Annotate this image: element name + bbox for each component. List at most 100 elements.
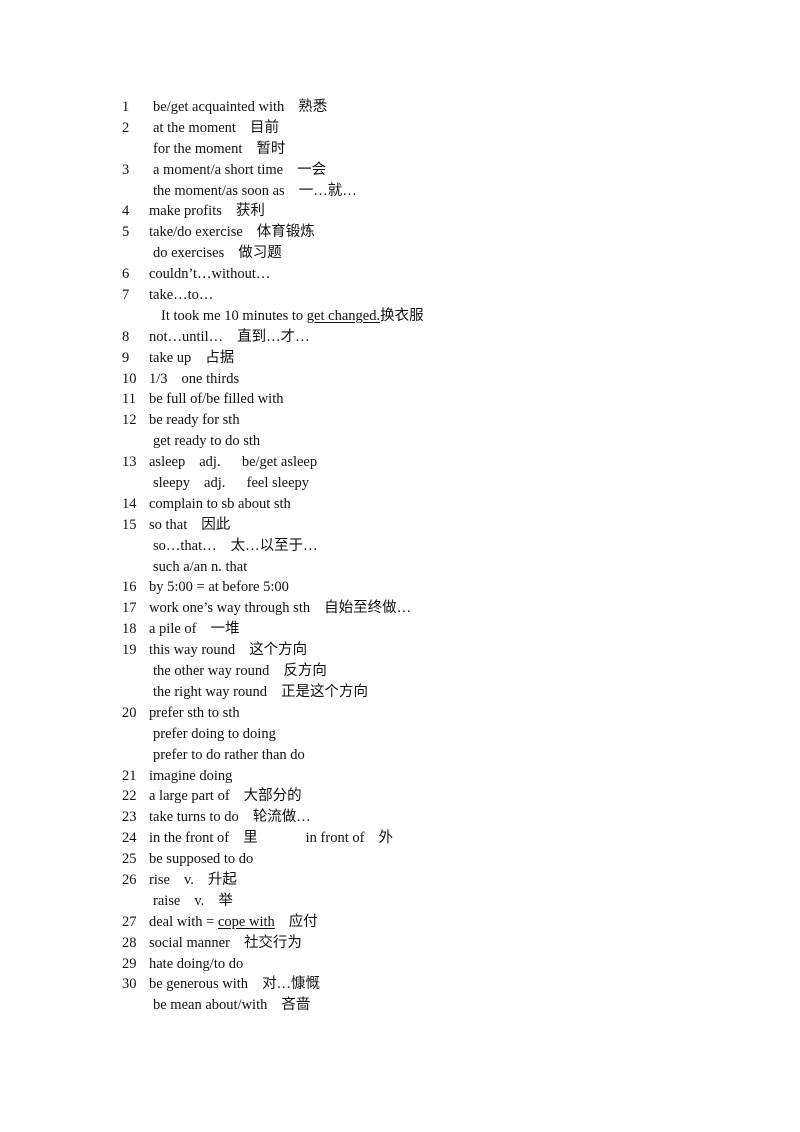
entry-continuation-line: It took me 10 minutes to get changed.换衣服: [0, 306, 800, 327]
entry-number: 1: [122, 99, 130, 115]
entry-line: 23 take turns to do 轮流做…: [0, 807, 800, 828]
entry-text: a pile of 一堆: [149, 619, 240, 640]
entry-line: 10 1/3 one thirds: [0, 369, 800, 390]
entry-number: 27: [122, 913, 137, 930]
entry-continuation-line: prefer doing to doing: [0, 724, 800, 745]
entry-number: 8: [122, 328, 130, 345]
entry-line: 9 take up 占据: [0, 348, 800, 369]
entry-line: 17 work one’s way through sth 自始至终做…: [0, 598, 800, 619]
entry-continuation-line: the right way round 正是这个方向: [0, 682, 800, 703]
entry-line: 15 so that 因此: [0, 515, 800, 536]
entry-line: 4 make profits 获利: [0, 201, 800, 222]
entry-text: be ready for sth: [149, 410, 240, 431]
phrase: the other way round: [153, 663, 270, 680]
phrase: 1/3: [149, 370, 168, 387]
entry-line: 29 hate doing/to do: [0, 954, 800, 975]
phrase: be supposed to do: [149, 851, 254, 868]
phrase: complain to sb about sth: [149, 495, 291, 512]
phrase: v.: [194, 892, 205, 909]
entry-continuation-line: for the moment 暂时: [0, 139, 800, 160]
entry-text: a moment/a short time 一会: [153, 160, 326, 181]
entry-text: so…that… 太…以至于…: [153, 536, 318, 557]
phrase: sleepy: [153, 475, 191, 492]
phrase: a large part of: [149, 788, 230, 805]
phrase: prefer to do rather than do: [153, 746, 305, 763]
entry-text: at the moment 目前: [153, 118, 279, 139]
phrase: prefer doing to doing: [153, 725, 276, 742]
phrase: 占据: [205, 349, 235, 366]
phrase: not…until…: [149, 328, 224, 345]
entry-continuation-line: so…that… 太…以至于…: [0, 536, 800, 557]
entry-line: 11 be full of/be filled with: [0, 389, 800, 410]
entry-number: 25: [122, 851, 137, 868]
entry-continuation-line: such a/an n. that: [0, 557, 800, 578]
entry-text: rise v. 升起: [149, 870, 237, 891]
phrase: by 5:00 = at before 5:00: [149, 579, 289, 596]
entry-line: 28 social manner 社交行为: [0, 933, 800, 954]
entry-line: 26 rise v. 升起: [0, 870, 800, 891]
phrase: 一…就…: [298, 182, 357, 199]
entry-text: so that 因此: [149, 515, 230, 536]
entry-number: 2: [122, 119, 130, 136]
entry-text: a large part of 大部分的: [149, 786, 302, 807]
phrase: 轮流做…: [252, 809, 311, 826]
phrase: this way round: [149, 642, 236, 659]
phrase: 体育锻炼: [256, 224, 315, 241]
entry-text: hate doing/to do: [149, 954, 243, 975]
entry-number: 10: [122, 370, 137, 387]
entry-text: be supposed to do: [149, 849, 253, 870]
phrase: adj.: [199, 454, 221, 471]
entry-line: 22 a large part of 大部分的: [0, 786, 800, 807]
phrase: 自始至终做…: [324, 600, 412, 617]
entry-text: prefer doing to doing: [153, 724, 276, 745]
phrase: so that: [149, 516, 188, 533]
phrase: 太…以至于…: [230, 537, 318, 554]
phrase: take up: [149, 349, 192, 366]
entry-number: 20: [122, 704, 137, 721]
entry-text: such a/an n. that: [153, 557, 247, 578]
entry-continuation-line: the other way round 反方向: [0, 661, 800, 682]
entry-text: take up 占据: [149, 348, 234, 369]
phrase: be generous with: [149, 976, 249, 993]
entry-line: 14 complain to sb about sth: [0, 494, 800, 515]
entry-text: complain to sb about sth: [149, 494, 291, 515]
phrase: 里: [243, 830, 258, 847]
entry-number: 26: [122, 871, 137, 888]
phrase: 目前: [249, 119, 279, 136]
entry-text: social manner 社交行为: [149, 933, 302, 954]
entry-number: 7: [122, 287, 130, 304]
entry-text: 1/3 one thirds: [149, 369, 239, 390]
entry-continuation-line: sleepy adj. feel sleepy: [0, 473, 800, 494]
entry-number: 21: [122, 767, 137, 784]
entry-number: 13: [122, 454, 137, 471]
entry-text: work one’s way through sth 自始至终做…: [149, 598, 411, 619]
entry-text: take/do exercise 体育锻炼: [149, 222, 315, 243]
phrase: deal with =: [149, 913, 218, 930]
phrase: in the front of: [149, 830, 230, 847]
phrase: 换衣服: [380, 307, 424, 324]
entry-text: the moment/as soon as 一…就…: [153, 181, 357, 202]
phrase: get ready to do sth: [153, 433, 261, 450]
phrase: 大部分的: [243, 788, 302, 805]
phrase: do exercises: [153, 245, 225, 262]
phrase: one thirds: [181, 370, 240, 387]
phrase: 举: [218, 892, 233, 909]
phrase: rise: [149, 871, 170, 888]
phrase: make profits: [149, 203, 222, 220]
entry-number: 12: [122, 412, 137, 429]
phrase: 这个方向: [249, 642, 308, 659]
phrase: feel sleepy: [239, 475, 310, 492]
entry-line: 20 prefer sth to sth: [0, 703, 800, 724]
phrase: raise: [153, 892, 181, 909]
entry-text: do exercises 做习题: [153, 243, 282, 264]
entry-text: be mean about/with 吝啬: [153, 995, 310, 1016]
entry-text: It took me 10 minutes to get changed.换衣服: [161, 306, 424, 327]
entry-line: 2 at the moment 目前: [0, 118, 800, 139]
entry-number: 19: [122, 642, 137, 659]
entry-line: 12 be ready for sth: [0, 410, 800, 431]
phrase: 暂时: [256, 140, 286, 157]
entry-number: 16: [122, 579, 137, 596]
entry-line: 25 be supposed to do: [0, 849, 800, 870]
phrase: work one’s way through sth: [149, 600, 311, 617]
entry-text: take turns to do 轮流做…: [149, 807, 311, 828]
